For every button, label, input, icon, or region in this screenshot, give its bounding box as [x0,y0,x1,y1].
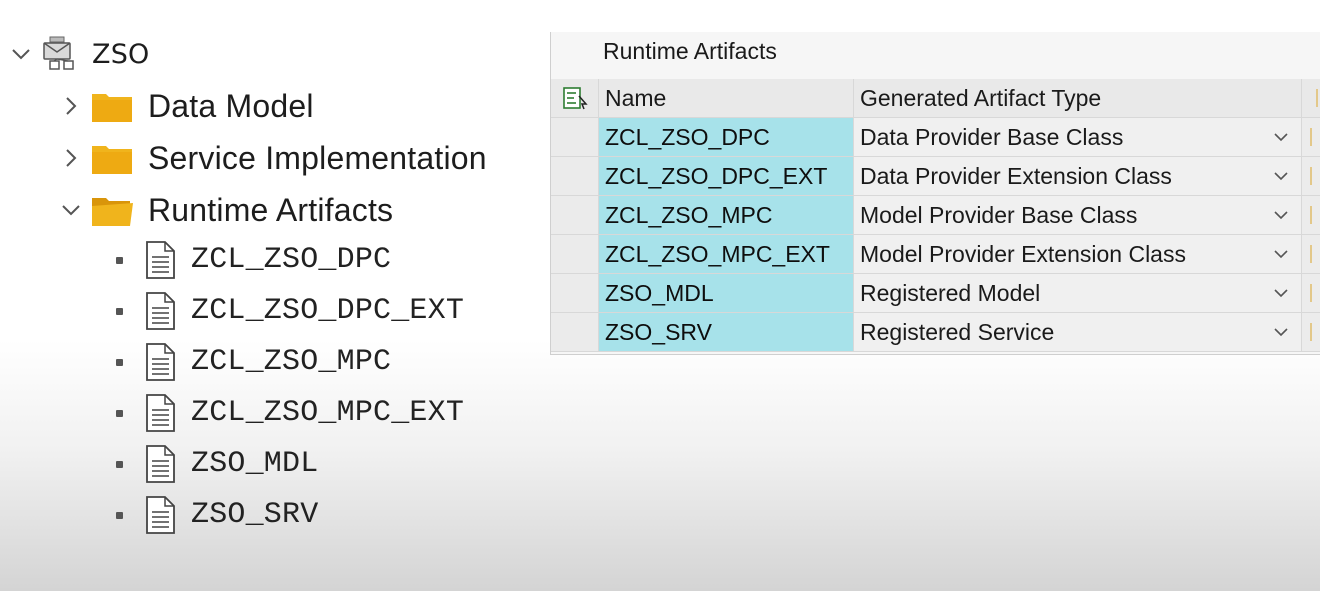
tree-folder-label: Service Implementation [148,139,487,176]
artifact-name-cell[interactable]: ZCL_ZSO_MPC_EXT [599,235,854,274]
tree-artifact-label: ZSO_MDL [191,447,319,481]
runtime-artifacts-panel: Runtime Artifacts Name Generated Artifac… [550,32,1320,355]
bullet [116,256,123,264]
column-divider [1302,118,1320,157]
panel-title: Runtime Artifacts [603,38,777,64]
bullet [116,307,123,315]
artifact-name-cell[interactable]: ZCL_ZSO_MPC [599,196,854,235]
bullet [116,358,123,366]
bullet [116,511,123,519]
row-selector[interactable] [551,157,599,196]
chevron-right-icon[interactable] [60,95,82,117]
column-divider [1302,235,1320,274]
column-header-name[interactable]: Name [599,79,854,118]
tree-folder-runtime-artifacts[interactable]: Runtime Artifacts [60,188,393,232]
tree-artifact-label: ZCL_ZSO_MPC [191,345,392,379]
document-icon [143,495,177,535]
tree-folder-service-implementation[interactable]: Service Implementation [60,136,487,180]
tree-artifact-item[interactable]: ZCL_ZSO_MPC_EXT [116,391,464,435]
chevron-down-icon[interactable] [1273,208,1289,222]
artifact-type-cell[interactable]: Registered Model [854,274,1302,313]
artifact-type-value: Data Provider Base Class [860,123,1124,150]
chevron-right-icon[interactable] [60,147,82,169]
artifact-type-value: Model Provider Extension Class [860,240,1186,267]
artifact-type-cell[interactable]: Registered Service [854,313,1302,352]
chevron-down-icon[interactable] [60,199,82,221]
bullet [116,460,123,468]
document-icon [143,291,177,331]
tree-folder-label: Runtime Artifacts [148,191,394,228]
object-tree: ZSO Data Model Service Implementation Ru… [0,0,540,591]
chevron-down-icon[interactable] [1273,169,1289,183]
artifact-name-cell[interactable]: ZCL_ZSO_DPC_EXT [599,157,854,196]
column-divider [1302,157,1320,196]
artifact-type-value: Registered Service [860,318,1055,345]
artifact-type-cell[interactable]: Data Provider Base Class [854,118,1302,157]
artifact-type-cell[interactable]: Model Provider Base Class [854,196,1302,235]
artifact-type-value: Data Provider Extension Class [860,162,1172,189]
column-divider [1302,313,1320,352]
row-selector[interactable] [551,313,599,352]
chevron-down-icon[interactable] [1273,130,1289,144]
artifact-name-cell[interactable]: ZCL_ZSO_DPC [599,118,854,157]
document-icon [143,240,177,280]
artifact-name-cell[interactable]: ZSO_MDL [599,274,854,313]
chevron-down-icon[interactable] [1273,325,1289,339]
chevron-down-icon[interactable] [1273,247,1289,261]
artifact-type-value: Registered Model [860,279,1041,306]
tree-root-label: ZSO [92,38,150,70]
tree-folder-label: Data Model [148,87,314,124]
column-divider [1302,79,1320,118]
table-row[interactable]: ZCL_ZSO_DPC_EXT Data Provider Extension … [551,157,1320,196]
folder-icon [90,140,134,176]
tree-artifact-label: ZCL_ZSO_MPC_EXT [191,396,465,430]
table-row[interactable]: ZCL_ZSO_MPC_EXT Model Provider Extension… [551,235,1320,274]
tree-artifact-item[interactable]: ZCL_ZSO_DPC [116,238,391,282]
column-divider [1302,274,1320,313]
document-icon [143,444,177,484]
tree-artifact-item[interactable]: ZSO_SRV [116,493,318,537]
artifact-type-cell[interactable]: Model Provider Extension Class [854,235,1302,274]
table-row[interactable]: ZSO_SRV Registered Service [551,313,1320,352]
artifact-name-cell[interactable]: ZSO_SRV [599,313,854,352]
chevron-down-icon[interactable] [1273,286,1289,300]
folder-icon [90,88,134,124]
tree-artifact-item[interactable]: ZCL_ZSO_DPC_EXT [116,289,464,333]
tree-artifact-item[interactable]: ZCL_ZSO_MPC [116,340,391,384]
document-icon [143,342,177,382]
folder-open-icon [90,192,134,228]
tree-artifact-item[interactable]: ZSO_MDL [116,442,318,486]
artifact-type-cell[interactable]: Data Provider Extension Class [854,157,1302,196]
column-header-type[interactable]: Generated Artifact Type [854,79,1302,118]
column-divider [1302,196,1320,235]
tree-root[interactable]: ZSO [10,32,150,76]
artifacts-table: Name Generated Artifact Type ZCL_ZSO_DPC… [551,79,1320,352]
row-selector[interactable] [551,118,599,157]
artifact-type-value: Model Provider Base Class [860,201,1138,228]
tree-artifact-label: ZCL_ZSO_DPC_EXT [191,294,465,328]
chevron-down-icon[interactable] [10,43,32,65]
row-selector[interactable] [551,274,599,313]
tree-artifact-label: ZCL_ZSO_DPC [191,243,392,277]
tree-folder-data-model[interactable]: Data Model [60,84,314,128]
document-icon [143,393,177,433]
row-selector[interactable] [551,196,599,235]
bullet [116,409,123,417]
table-header-row: Name Generated Artifact Type [551,79,1320,118]
table-row[interactable]: ZSO_MDL Registered Model [551,274,1320,313]
table-row[interactable]: ZCL_ZSO_DPC Data Provider Base Class [551,118,1320,157]
table-row[interactable]: ZCL_ZSO_MPC Model Provider Base Class [551,196,1320,235]
tree-artifact-label: ZSO_SRV [191,498,319,532]
service-project-icon [38,34,84,74]
select-all-icon[interactable] [551,79,599,118]
row-selector[interactable] [551,235,599,274]
